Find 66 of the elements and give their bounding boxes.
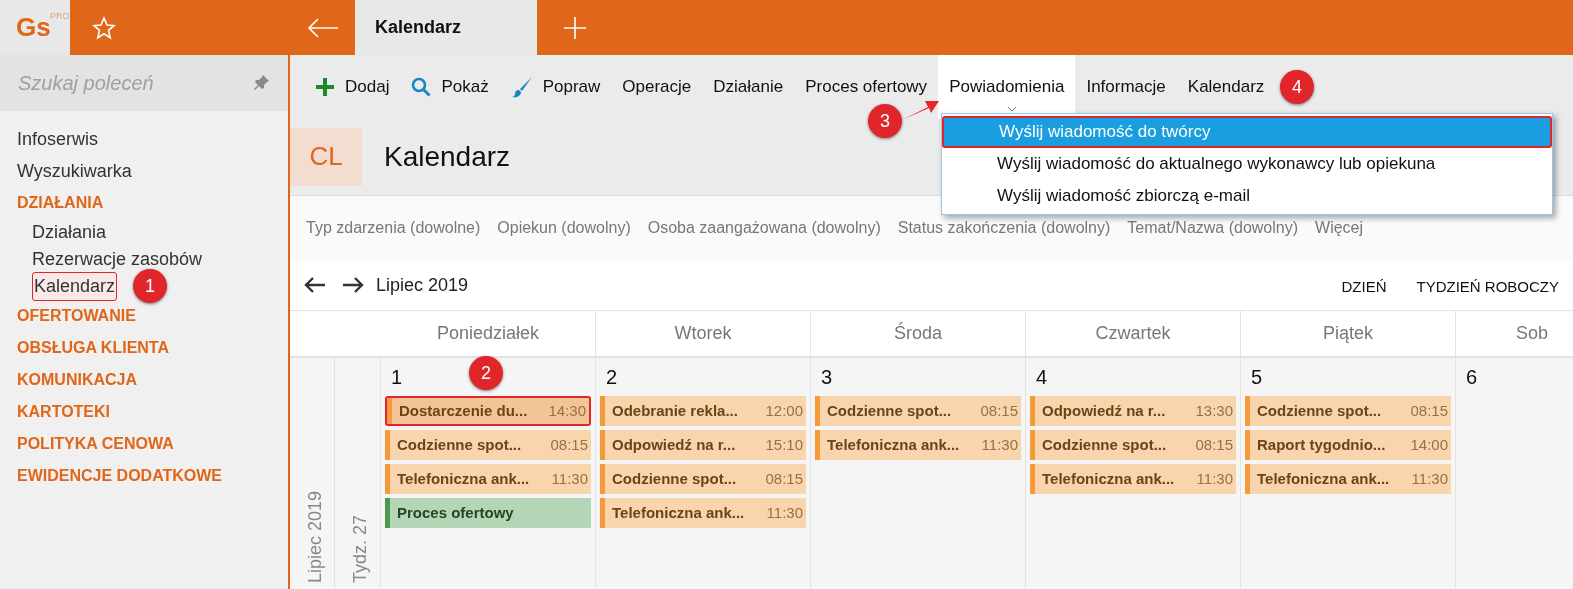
- sidebar-link[interactable]: Infoserwis: [17, 123, 288, 155]
- event-item[interactable]: Telefoniczna ank... 11:30: [1030, 464, 1236, 494]
- event-item[interactable]: Telefoniczna ank... 11:30: [385, 464, 591, 494]
- day-header: Środa: [893, 321, 942, 345]
- star-icon[interactable]: [92, 15, 116, 40]
- month-label: Lipiec 2019: [304, 490, 326, 583]
- toolbar-button[interactable]: Dodaj: [304, 55, 401, 118]
- event-item[interactable]: Codzienne spot... 08:15: [1030, 430, 1236, 460]
- day-number: 1: [391, 365, 403, 390]
- day-header: Piątek: [1323, 322, 1373, 345]
- sidebar-link[interactable]: Wyszukiwarka: [17, 155, 288, 187]
- filter-link[interactable]: Temat/Nazwa (dowolny): [1127, 216, 1299, 240]
- event-item[interactable]: Odebranie rekla... 12:00: [600, 396, 806, 426]
- back-arrow-icon[interactable]: [306, 17, 339, 38]
- filter-link[interactable]: Więcej: [1315, 216, 1364, 240]
- event-item[interactable]: Codzienne spot... 08:15: [600, 464, 806, 494]
- chevron-down-icon: [1006, 106, 1017, 112]
- tab[interactable]: Kalendarz: [355, 0, 537, 55]
- event-item[interactable]: Dostarczenie du... 14:30: [385, 396, 591, 426]
- filter-link[interactable]: Typ zdarzenia (dowolne): [306, 216, 481, 240]
- toolbar-button[interactable]: Pokaż: [400, 55, 500, 118]
- toolbar-button[interactable]: Popraw: [499, 55, 612, 118]
- period-label: Lipiec 2019: [376, 273, 469, 297]
- filter-link[interactable]: Status zakończenia (dowolny): [897, 216, 1111, 240]
- day-number: 4: [1036, 365, 1048, 390]
- day-number: 5: [1251, 365, 1263, 390]
- day-header: Sob: [1516, 322, 1549, 345]
- menu-item[interactable]: Wyślij wiadomość do aktualnego wykonawcy lub opiekuna: [942, 148, 1552, 180]
- page-title: Kalendarz: [384, 139, 511, 174]
- sidebar-item[interactable]: Działania: [32, 219, 107, 246]
- toolbar-button[interactable]: Informacje: [1075, 55, 1177, 118]
- event-item[interactable]: Telefoniczna ank... 11:30: [1245, 464, 1451, 494]
- day-header: Wtorek: [674, 322, 732, 345]
- event-item[interactable]: Codzienne spot... 08:15: [815, 396, 1021, 426]
- event-item[interactable]: Odpowiedź na r... 15:10: [600, 430, 806, 460]
- toolbar-button[interactable]: Kalendarz: [1176, 55, 1276, 118]
- previous-arrow-icon[interactable]: [304, 276, 326, 294]
- search-field[interactable]: Szukaj poleceń: [0, 55, 288, 111]
- event-item[interactable]: Proces ofertowy: [385, 498, 591, 528]
- view-button[interactable]: DZIEŃ: [1341, 275, 1387, 299]
- filter-link[interactable]: Osoba zaangażowana (dowolny): [647, 216, 881, 240]
- search-icon: [411, 76, 432, 97]
- filter-link[interactable]: Opiekun (dowolny): [497, 216, 631, 240]
- event-item[interactable]: Telefoniczna ank... 11:30: [600, 498, 806, 528]
- event-item[interactable]: Raport tygodnio... 14:00: [1245, 430, 1451, 460]
- toolbar-button[interactable]: Operacje: [611, 55, 703, 118]
- plus-icon: [315, 76, 335, 97]
- day-header: Poniedziałek: [436, 322, 540, 345]
- day-header: Czwartek: [1095, 322, 1171, 345]
- day-number: 2: [606, 365, 618, 390]
- day-number: 3: [821, 365, 833, 390]
- event-item[interactable]: Codzienne spot... 08:15: [1245, 396, 1451, 426]
- toolbar-button[interactable]: Działanie: [702, 55, 795, 118]
- event-item[interactable]: Codzienne spot... 08:15: [385, 430, 591, 460]
- toolbar-button[interactable]: Powiadomienia: [938, 55, 1076, 118]
- event-item[interactable]: Odpowiedź na r... 13:30: [1030, 396, 1236, 426]
- next-arrow-icon[interactable]: [342, 276, 364, 294]
- menu-item[interactable]: Wyślij wiadomość zbiorczą e-mail: [942, 180, 1552, 212]
- event-item[interactable]: Telefoniczna ank... 11:30: [815, 430, 1021, 460]
- day-number: 6: [1466, 365, 1478, 390]
- module-badge: CL: [290, 127, 362, 186]
- pin-icon[interactable]: [252, 74, 270, 92]
- sidebar-item[interactable]: Kalendarz: [32, 272, 118, 301]
- add-tab-icon[interactable]: [563, 15, 587, 40]
- view-button[interactable]: TYDZIEŃ ROBOCZY: [1416, 275, 1559, 299]
- week-label: Tydz. 27: [349, 514, 371, 583]
